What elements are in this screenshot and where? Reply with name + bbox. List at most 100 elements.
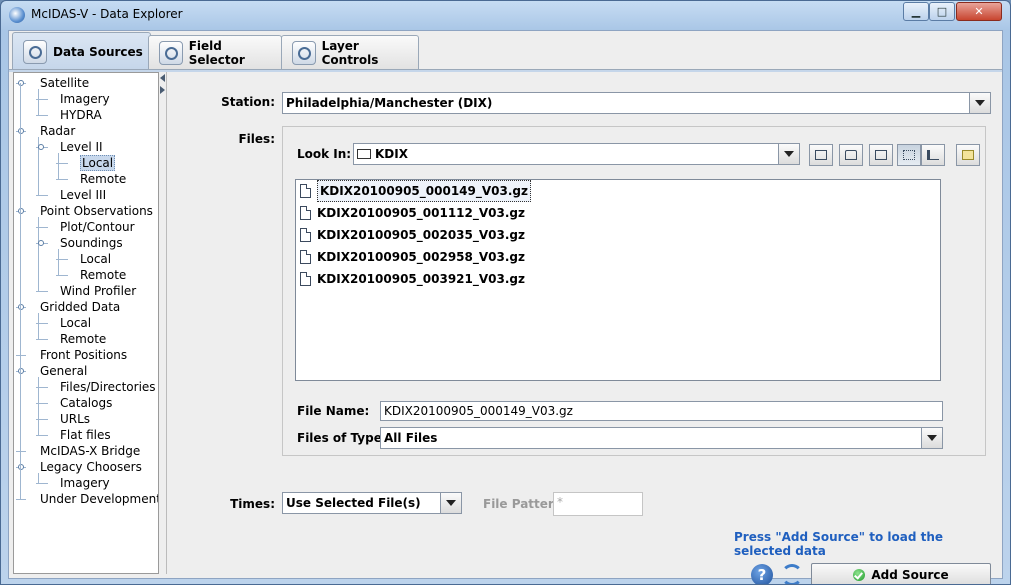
tree-item[interactable]: Point Observations [40,203,153,219]
close-icon: ✕ [974,5,984,18]
tree-connector [58,249,59,275]
help-icon[interactable]: ? [751,564,773,584]
open-directory-button[interactable] [956,144,980,166]
home-button[interactable] [839,144,863,166]
tree-item[interactable]: Imagery [60,91,110,107]
chevron-down-icon[interactable] [440,493,461,513]
data-source-tree[interactable]: Satellite Imagery HYDRA Radar Level II Local R… [13,72,159,574]
tree-expand-handle-icon[interactable] [18,368,24,374]
tree-item-label: Remote [60,332,107,346]
file-list-item[interactable]: KDIX20100905_002958_V03.gz [298,247,525,267]
tree-connector [36,403,48,404]
tree-item[interactable]: URLs [60,411,90,427]
tree-expand-handle-icon[interactable] [18,464,24,470]
file-list-item[interactable]: KDIX20100905_000149_V03.gz [298,180,531,202]
tree-expand-handle-icon[interactable] [18,128,24,134]
tree-expand-handle-icon[interactable] [38,240,44,246]
file-icon [300,206,311,220]
station-select[interactable]: Philadelphia/Manchester (DIX) [282,92,991,114]
file-list-item[interactable]: KDIX20100905_002035_V03.gz [298,225,525,245]
tree-item[interactable]: Under Development [40,491,158,507]
tree-item[interactable]: Flat files [60,427,111,443]
tree-item[interactable]: Plot/Contour [60,219,135,235]
tree-expand-handle-icon[interactable] [18,208,24,214]
tree-item[interactable]: Remote [80,171,126,187]
tab-field-selector[interactable]: Field Selector [148,35,282,69]
times-select[interactable]: Use Selected File(s) [282,492,462,514]
title-bar[interactable]: McIDAS-V - Data Explorer ▁ □ ✕ [1,1,1010,29]
tree-connector [38,89,39,115]
look-in-value: KDIX [375,147,408,161]
tree-item[interactable]: HYDRA [60,107,102,123]
tree-expand-handle-icon[interactable] [18,80,24,86]
files-of-type-select[interactable]: All Files [380,427,943,449]
tree-connector [16,451,26,452]
file-name-text: KDIX20100905_002958_V03.gz [317,250,525,264]
close-button[interactable]: ✕ [956,2,1002,21]
tree-item[interactable]: Local [80,155,116,171]
chooser-panel: Station: Philadelphia/Manchester (DIX) F… [166,72,1003,584]
home-icon [845,150,857,160]
refresh-icon[interactable] [781,564,803,584]
tab-label: Field Selector [188,38,245,67]
times-label: Times: [230,497,275,511]
station-label: Station: [221,95,275,109]
tree-item[interactable]: Wind Profiler [60,283,136,299]
tree-item[interactable]: Local [80,251,111,267]
tree-item[interactable]: McIDAS-X Bridge [40,443,140,459]
tree-connector [36,419,48,420]
list-view-button[interactable] [897,144,921,166]
tree-item[interactable]: Level II [60,139,103,155]
up-one-level-button[interactable] [809,144,833,166]
expand-right-icon[interactable] [160,86,165,94]
tree-item-label: Legacy Choosers [40,460,142,474]
tree-expand-handle-icon[interactable] [38,144,44,150]
tree-connector [16,355,26,356]
add-source-label: Add Source [871,568,949,582]
look-in-select[interactable]: KDIX [353,143,800,165]
tree-item[interactable]: General [40,363,87,379]
tree-item-label: Soundings [60,236,123,250]
maximize-button[interactable]: □ [929,2,955,21]
file-list-item[interactable]: KDIX20100905_003921_V03.gz [298,269,525,289]
tree-item[interactable]: Catalogs [60,395,112,411]
tree-item[interactable]: Imagery [60,475,110,491]
tree-expand-handle-icon[interactable] [18,304,24,310]
tab-layer-controls[interactable]: Layer Controls [281,35,419,69]
tree-item[interactable]: Satellite [40,75,89,91]
chevron-down-icon[interactable] [969,93,990,113]
up-folder-icon [815,150,827,160]
details-view-button[interactable] [921,144,945,166]
tree-item[interactable]: Gridded Data [40,299,120,315]
new-folder-button[interactable] [869,144,893,166]
add-source-button[interactable]: Add Source [811,563,991,584]
tree-connector [36,483,48,484]
tab-label: Layer Controls [321,38,379,67]
tree-item[interactable]: Legacy Choosers [40,459,142,475]
tree-item[interactable]: Soundings [60,235,123,251]
file-name-input[interactable]: KDIX20100905_000149_V03.gz [380,401,943,421]
tree-connector [58,153,59,179]
tab-data-sources[interactable]: Data Sources [12,32,151,70]
file-pattern-input[interactable]: * [553,492,643,516]
list-view-icon [903,150,915,160]
tree-item[interactable]: Front Positions [40,347,127,363]
tree-item[interactable]: Level III [60,187,106,203]
tree-connector [36,323,48,324]
file-chooser: Look In: KDIX KDIX20100905_000149_V03.gz… [282,126,986,456]
chevron-down-icon[interactable] [921,428,942,448]
tree-item[interactable]: Remote [60,331,106,347]
minimize-button[interactable]: ▁ [903,2,929,21]
file-list-item[interactable]: KDIX20100905_001112_V03.gz [298,203,525,223]
chevron-down-icon[interactable] [778,144,799,164]
tree-item[interactable]: Radar [40,123,75,139]
tree-item[interactable]: Files/Directories [60,379,156,395]
file-icon [300,228,311,242]
tree-item[interactable]: Local [60,315,91,331]
tree-item-label: Gridded Data [40,300,121,314]
field-selector-icon [159,40,183,65]
file-list[interactable]: KDIX20100905_000149_V03.gz KDIX20100905_0… [295,179,941,381]
tree-item-label: Wind Profiler [60,284,137,298]
tree-item[interactable]: Remote [80,267,126,283]
collapse-left-icon[interactable] [160,74,165,82]
